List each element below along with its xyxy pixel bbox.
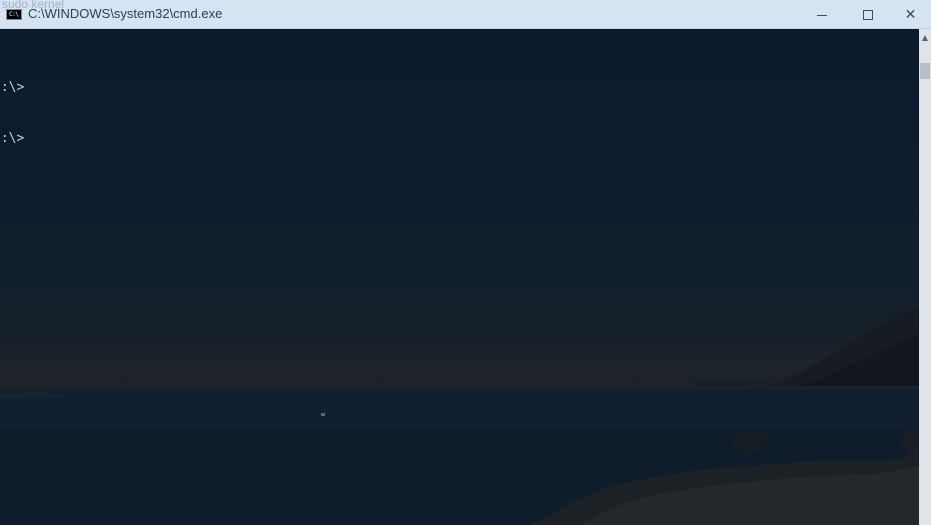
close-icon: ✕	[904, 6, 917, 23]
scroll-thumb[interactable]	[920, 63, 930, 79]
scroll-up-arrow-icon[interactable]: ▲	[919, 31, 931, 45]
maximize-button[interactable]	[845, 0, 891, 29]
minimize-button[interactable]	[799, 0, 845, 29]
cmd-prompt-glyph: C:\	[9, 11, 19, 18]
close-button[interactable]: ✕	[890, 0, 931, 29]
background-wallpaper	[0, 307, 919, 525]
vertical-scrollbar[interactable]: ▲	[919, 29, 931, 525]
console-area[interactable]: D:\> D:\>	[0, 29, 919, 525]
maximize-icon	[863, 9, 873, 20]
window-title: C:\WINDOWS\system32\cmd.exe	[28, 6, 223, 21]
cmd-app-icon[interactable]: C:\	[6, 9, 22, 20]
minimize-icon	[817, 15, 827, 16]
title-bar[interactable]: sudo kernel C:\ C:\WINDOWS\system32\cmd.…	[0, 0, 931, 29]
console-line: D:\>	[0, 131, 25, 146]
console-line: D:\>	[0, 80, 25, 95]
console-output[interactable]: D:\> D:\>	[0, 45, 24, 181]
